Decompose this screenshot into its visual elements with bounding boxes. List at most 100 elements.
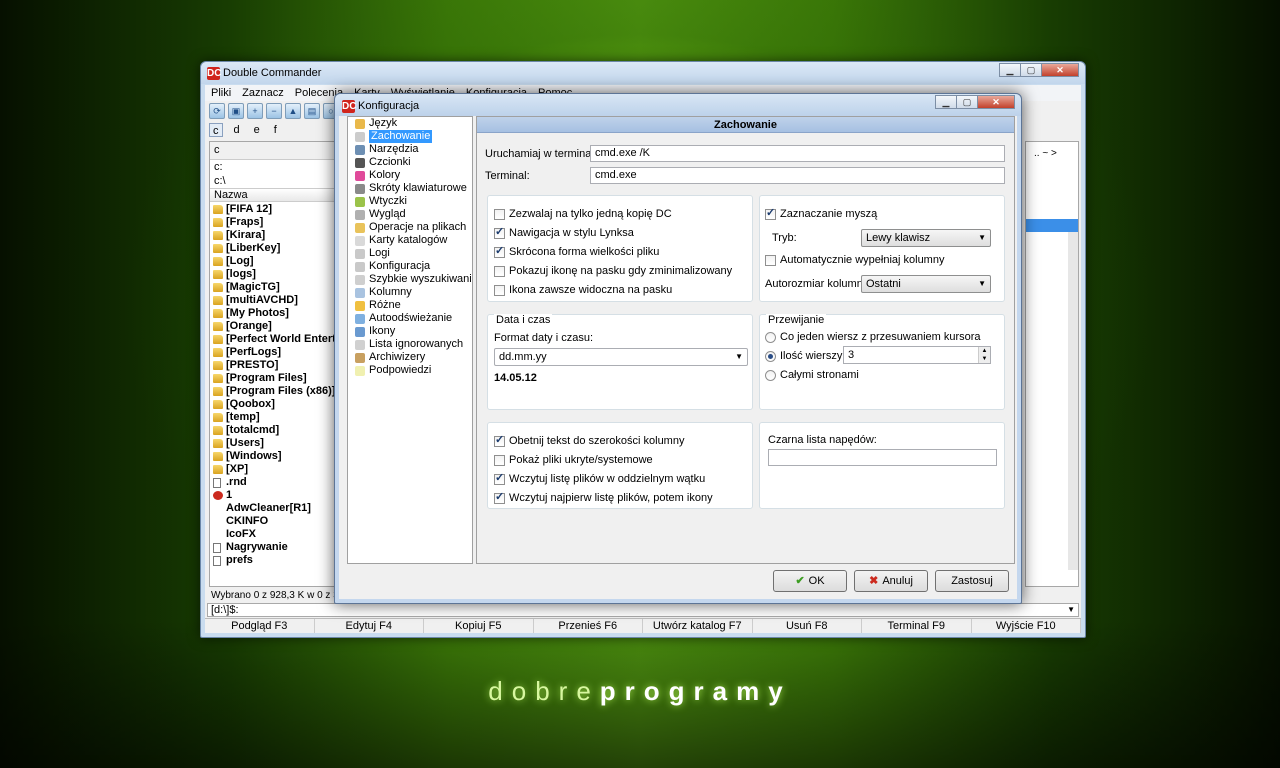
file-list-item[interactable]: Nagrywanie — [210, 541, 342, 554]
tree-item[interactable]: Zachowanie — [348, 130, 472, 143]
f8-button[interactable]: Usuń F8 — [753, 619, 862, 633]
terminal-icon[interactable]: ▣ — [228, 103, 244, 119]
scroll-lines-radio[interactable]: Ilość wierszy — [765, 350, 842, 363]
file-list-item[interactable]: [PRESTO] — [210, 359, 342, 372]
minus-icon[interactable]: − — [266, 103, 282, 119]
close-button[interactable]: ✕ — [1041, 63, 1079, 77]
drive-c-button[interactable]: c — [209, 123, 223, 137]
file-list-item[interactable]: [Perfect World Entertai — [210, 333, 342, 346]
file-list-item[interactable]: prefs — [210, 554, 342, 567]
file-list-item[interactable]: [MagicTG] — [210, 281, 342, 294]
tree-item[interactable]: Autoodświeżanie — [348, 312, 472, 325]
history-nav[interactable]: .. ~ > — [1034, 148, 1057, 159]
minimize-button[interactable]: ▁ — [999, 63, 1021, 77]
file-list-item[interactable]: 1 — [210, 489, 342, 502]
ok-button[interactable]: ✔ OK — [773, 570, 847, 592]
tree-item[interactable]: Operacje na plikach — [348, 221, 472, 234]
f3-button[interactable]: Podgląd F3 — [205, 619, 315, 633]
subtab[interactable]: c: — [210, 160, 342, 174]
folder-icon[interactable]: ▤ — [304, 103, 320, 119]
tree-item[interactable]: Ikony — [348, 325, 472, 338]
tree-item[interactable]: Kolumny — [348, 286, 472, 299]
file-list-item[interactable]: .rnd — [210, 476, 342, 489]
load-thread-checkbox[interactable]: Wczytuj listę plików w oddzielnym wątku — [494, 472, 705, 486]
mode-select[interactable]: Lewy klawisz ▼ — [861, 229, 991, 247]
selected-row[interactable] — [1026, 219, 1078, 232]
file-list-item[interactable]: [Log] — [210, 255, 342, 268]
f6-button[interactable]: Przenieś F6 — [534, 619, 643, 633]
f7-button[interactable]: Utwórz katalog F7 — [643, 619, 753, 633]
chevron-down-icon[interactable]: ▼ — [1067, 604, 1075, 616]
tree-item[interactable]: Logi — [348, 247, 472, 260]
load-icons-later-checkbox[interactable]: Wczytuj najpierw listę plików, potem iko… — [494, 491, 713, 505]
dialog-minimize-button[interactable]: ▁ — [935, 95, 957, 109]
column-header-name[interactable]: Nazwa — [210, 188, 342, 202]
file-list-item[interactable]: [temp] — [210, 411, 342, 424]
file-list-item[interactable]: [Fraps] — [210, 216, 342, 229]
tree-item[interactable]: Skróty klawiaturowe — [348, 182, 472, 195]
tree-item[interactable]: Wtyczki — [348, 195, 472, 208]
tree-item[interactable]: Kolory — [348, 169, 472, 182]
menu-zaznacz[interactable]: Zaznacz — [242, 85, 284, 101]
file-list-item[interactable]: [Qoobox] — [210, 398, 342, 411]
mouse-select-checkbox[interactable]: Zaznaczanie myszą — [765, 207, 877, 221]
file-list-item[interactable]: [Orange] — [210, 320, 342, 333]
terminal-input[interactable]: cmd.exe — [590, 167, 1005, 184]
up-arrow-icon[interactable]: ▲ — [285, 103, 301, 119]
tree-item[interactable]: Różne — [348, 299, 472, 312]
dialog-close-button[interactable]: ✕ — [977, 95, 1015, 109]
f10-button[interactable]: Wyjście F10 — [972, 619, 1081, 633]
refresh-icon[interactable]: ⟳ — [209, 103, 225, 119]
file-list-item[interactable]: IcoFX — [210, 528, 342, 541]
tree-item[interactable]: Karty katalogów — [348, 234, 472, 247]
cancel-button[interactable]: ✖ Anuluj — [854, 570, 928, 592]
tree-item[interactable]: Archiwizery — [348, 351, 472, 364]
f9-button[interactable]: Terminal F9 — [862, 619, 972, 633]
file-list-item[interactable]: [logs] — [210, 268, 342, 281]
spin-arrows-icon[interactable]: ▲ ▼ — [978, 347, 990, 363]
tree-item[interactable]: Wygląd — [348, 208, 472, 221]
show-hidden-checkbox[interactable]: Pokaż pliki ukryte/systemowe — [494, 454, 653, 467]
file-list-item[interactable]: [PerfLogs] — [210, 346, 342, 359]
f4-button[interactable]: Edytuj F4 — [315, 619, 424, 633]
dialog-maximize-button[interactable]: ▢ — [956, 95, 978, 109]
file-list-item[interactable]: [XP] — [210, 463, 342, 476]
scroll-pages-radio[interactable]: Całymi stronami — [765, 369, 859, 382]
autofill-columns-checkbox[interactable]: Automatycznie wypełniaj kolumny — [765, 254, 944, 267]
file-list-item[interactable]: [multiAVCHD] — [210, 294, 342, 307]
short-size-checkbox[interactable]: Skrócona forma wielkości pliku — [494, 245, 659, 259]
file-list-item[interactable]: [Windows] — [210, 450, 342, 463]
drive-f-button[interactable]: f — [271, 123, 280, 137]
lynx-nav-checkbox[interactable]: Nawigacja w stylu Lynksa — [494, 226, 634, 240]
file-list-item[interactable]: [Users] — [210, 437, 342, 450]
file-list-item[interactable]: [Program Files] — [210, 372, 342, 385]
tree-item[interactable]: Szybkie wyszukiwanie/fil — [348, 273, 472, 286]
file-list-item[interactable]: [LiberKey] — [210, 242, 342, 255]
menu-pliki[interactable]: Pliki — [211, 85, 231, 101]
terminal-run-input[interactable]: cmd.exe /K — [590, 145, 1005, 162]
plus-icon[interactable]: + — [247, 103, 263, 119]
file-list-item[interactable]: [FIFA 12] — [210, 203, 342, 216]
tree-item[interactable]: Czcionki — [348, 156, 472, 169]
tab-c[interactable]: c — [210, 142, 342, 160]
autosize-select[interactable]: Ostatni ▼ — [861, 275, 991, 293]
file-list-item[interactable]: CKINFO — [210, 515, 342, 528]
tray-minimized-checkbox[interactable]: Pokazuj ikonę na pasku gdy zminimalizowa… — [494, 265, 732, 278]
single-instance-checkbox[interactable]: Zezwalaj na tylko jedną kopię DC — [494, 208, 672, 221]
truncate-text-checkbox[interactable]: Obetnij tekst do szerokości kolumny — [494, 434, 684, 448]
tray-always-checkbox[interactable]: Ikona zawsze widoczna na pasku — [494, 284, 672, 297]
drive-blacklist-input[interactable] — [768, 449, 997, 466]
tree-item[interactable]: Konfiguracja — [348, 260, 472, 273]
vertical-scrollbar[interactable] — [1068, 232, 1078, 570]
file-list-item[interactable]: [My Photos] — [210, 307, 342, 320]
apply-button[interactable]: Zastosuj — [935, 570, 1009, 592]
tree-item[interactable]: Podpowiedzi — [348, 364, 472, 377]
tree-item[interactable]: Narzędzia — [348, 143, 472, 156]
maximize-button[interactable]: ▢ — [1020, 63, 1042, 77]
file-list-item[interactable]: [Kirara] — [210, 229, 342, 242]
file-list-item[interactable]: [totalcmd] — [210, 424, 342, 437]
command-line[interactable]: [d:\]$: ▼ — [207, 603, 1079, 617]
tree-item[interactable]: Lista ignorowanych — [348, 338, 472, 351]
file-list-item[interactable]: AdwCleaner[R1] — [210, 502, 342, 515]
drive-d-button[interactable]: d — [231, 123, 243, 137]
